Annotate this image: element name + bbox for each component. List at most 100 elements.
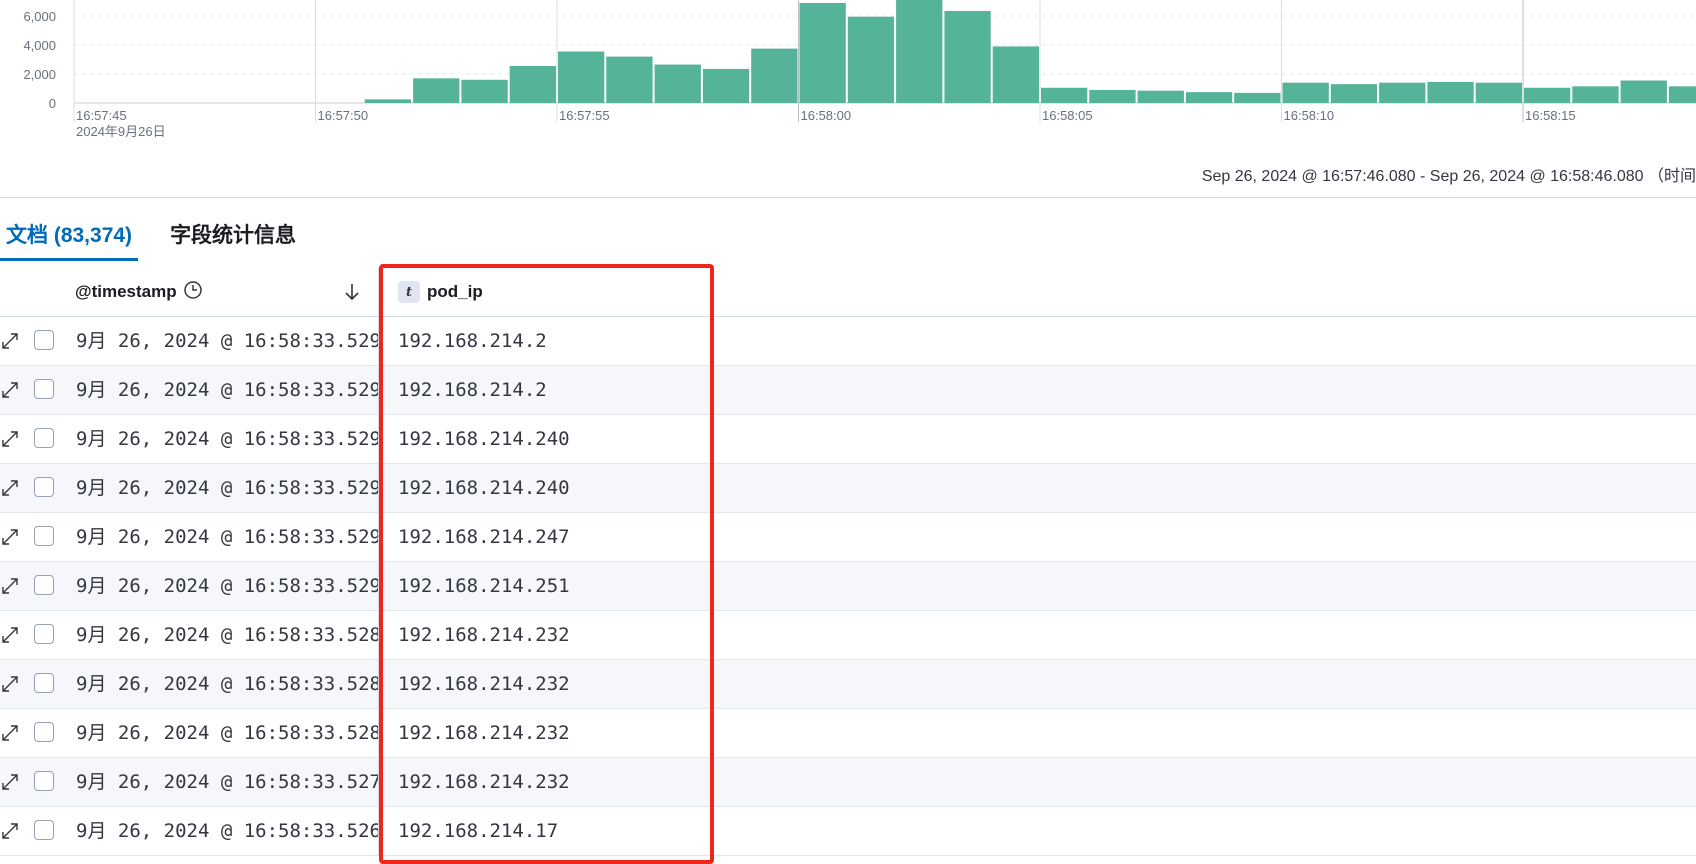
expand-icon[interactable]	[0, 821, 20, 841]
row-checkbox[interactable]	[34, 379, 54, 399]
histogram-bar[interactable]	[799, 2, 846, 104]
expand-icon[interactable]	[0, 674, 20, 694]
column-header-pod-ip[interactable]: t pod_ip	[398, 268, 483, 316]
table-body: 9月 26, 2024 @ 16:58:33.529 192.168.214.2 9…	[0, 317, 1696, 856]
expand-icon[interactable]	[0, 478, 20, 498]
x-tick-label: 16:57:50	[318, 108, 369, 123]
row-checkbox[interactable]	[34, 673, 54, 693]
table-row[interactable]: 9月 26, 2024 @ 16:58:33.526 192.168.214.17	[0, 807, 1696, 856]
cell-timestamp[interactable]: 9月 26, 2024 @ 16:58:33.529	[76, 464, 381, 512]
expand-icon[interactable]	[0, 625, 20, 645]
histogram-bar[interactable]	[509, 66, 556, 103]
cell-timestamp[interactable]: 9月 26, 2024 @ 16:58:33.527	[76, 758, 381, 806]
table-row[interactable]: 9月 26, 2024 @ 16:58:33.528 192.168.214.23…	[0, 611, 1696, 660]
histogram-bar[interactable]	[1524, 87, 1571, 103]
column-header-timestamp[interactable]: @timestamp	[75, 268, 203, 316]
histogram-bar[interactable]	[847, 16, 895, 104]
histogram-bar[interactable]	[413, 78, 460, 103]
cell-pod-ip[interactable]: 192.168.214.2	[398, 366, 547, 414]
row-checkbox[interactable]	[34, 428, 54, 448]
row-checkbox[interactable]	[34, 526, 54, 546]
table-row[interactable]: 9月 26, 2024 @ 16:58:33.529 192.168.214.2	[0, 317, 1696, 366]
row-checkbox[interactable]	[34, 477, 54, 497]
row-checkbox[interactable]	[34, 771, 54, 791]
expand-icon[interactable]	[0, 429, 20, 449]
histogram-chart[interactable]: 02,0004,0006,0008,000 16:57:4516:57:5016…	[0, 0, 1696, 140]
histogram-bar[interactable]	[1185, 92, 1233, 103]
table-row[interactable]: 9月 26, 2024 @ 16:58:33.528 192.168.214.23…	[0, 709, 1696, 758]
histogram-bar[interactable]	[364, 99, 412, 103]
histogram-bar[interactable]	[1041, 87, 1088, 103]
cell-timestamp[interactable]: 9月 26, 2024 @ 16:58:33.529	[76, 366, 381, 414]
tab-documents[interactable]: 文档 (83,374)	[0, 215, 139, 261]
histogram-bar[interactable]	[558, 51, 605, 103]
histogram-bar[interactable]	[1572, 86, 1619, 103]
histogram-bar[interactable]	[992, 46, 1039, 103]
histogram-bar[interactable]	[896, 0, 943, 103]
sort-descending-icon[interactable]	[340, 280, 364, 304]
cell-timestamp[interactable]: 9月 26, 2024 @ 16:58:33.528	[76, 709, 381, 757]
histogram-bar[interactable]	[1089, 89, 1136, 103]
table-row[interactable]: 9月 26, 2024 @ 16:58:33.529 192.168.214.24…	[0, 415, 1696, 464]
cell-pod-ip[interactable]: 192.168.214.232	[398, 709, 570, 757]
table-row[interactable]: 9月 26, 2024 @ 16:58:33.528 192.168.214.23…	[0, 660, 1696, 709]
row-checkbox[interactable]	[34, 624, 54, 644]
row-checkbox[interactable]	[34, 820, 54, 840]
histogram-bar[interactable]	[1379, 82, 1426, 103]
cell-timestamp[interactable]: 9月 26, 2024 @ 16:58:33.529	[76, 513, 381, 561]
cell-timestamp[interactable]: 9月 26, 2024 @ 16:58:33.529	[76, 317, 381, 365]
y-tick-label: 2,000	[23, 67, 56, 82]
cell-pod-ip[interactable]: 192.168.214.240	[398, 415, 570, 463]
row-checkbox[interactable]	[34, 330, 54, 350]
expand-icon[interactable]	[0, 723, 20, 743]
cell-pod-ip[interactable]: 192.168.214.232	[398, 758, 570, 806]
histogram-bar[interactable]	[654, 64, 701, 103]
histogram-bar[interactable]	[702, 68, 750, 103]
table-row[interactable]: 9月 26, 2024 @ 16:58:33.529 192.168.214.25…	[0, 562, 1696, 611]
histogram-bar[interactable]	[751, 48, 798, 103]
histogram-bar[interactable]	[461, 79, 508, 103]
table-row[interactable]: 9月 26, 2024 @ 16:58:33.527 192.168.214.23…	[0, 758, 1696, 807]
histogram-bar[interactable]	[1475, 82, 1522, 103]
histogram-bar[interactable]	[1427, 81, 1474, 103]
tab-field-statistics[interactable]: 字段统计信息	[164, 215, 302, 261]
histogram-bar[interactable]	[1668, 86, 1696, 103]
y-tick-label: 0	[49, 96, 56, 111]
x-tick-label: 16:58:15	[1525, 108, 1576, 123]
histogram-bar[interactable]	[1282, 82, 1329, 103]
cell-timestamp[interactable]: 9月 26, 2024 @ 16:58:33.529	[76, 562, 381, 610]
table-row[interactable]: 9月 26, 2024 @ 16:58:33.529 192.168.214.2	[0, 366, 1696, 415]
cell-pod-ip[interactable]: 192.168.214.251	[398, 562, 570, 610]
y-tick-label: 4,000	[23, 38, 56, 53]
histogram-bar[interactable]	[1620, 80, 1667, 103]
cell-pod-ip[interactable]: 192.168.214.2	[398, 317, 547, 365]
row-checkbox[interactable]	[34, 575, 54, 595]
column-separator	[378, 268, 379, 856]
histogram-bar[interactable]	[944, 10, 991, 103]
cell-pod-ip[interactable]: 192.168.214.17	[398, 807, 558, 855]
cell-timestamp[interactable]: 9月 26, 2024 @ 16:58:33.526	[76, 807, 381, 855]
cell-timestamp[interactable]: 9月 26, 2024 @ 16:58:33.528	[76, 660, 381, 708]
table-row[interactable]: 9月 26, 2024 @ 16:58:33.529 192.168.214.24…	[0, 513, 1696, 562]
bars[interactable]	[364, 0, 1696, 104]
cell-timestamp[interactable]: 9月 26, 2024 @ 16:58:33.528	[76, 611, 381, 659]
expand-icon[interactable]	[0, 331, 20, 351]
cell-pod-ip[interactable]: 192.168.214.232	[398, 611, 570, 659]
y-tick-label: 6,000	[23, 9, 56, 24]
column-header-timestamp-label: @timestamp	[75, 282, 177, 301]
table-row[interactable]: 9月 26, 2024 @ 16:58:33.529 192.168.214.24…	[0, 464, 1696, 513]
expand-icon[interactable]	[0, 576, 20, 596]
cell-timestamp[interactable]: 9月 26, 2024 @ 16:58:33.529	[76, 415, 381, 463]
expand-icon[interactable]	[0, 380, 20, 400]
histogram-bar[interactable]	[606, 56, 653, 103]
expand-icon[interactable]	[0, 527, 20, 547]
cell-pod-ip[interactable]: 192.168.214.247	[398, 513, 570, 561]
x-tick-label: 16:58:10	[1284, 108, 1335, 123]
row-checkbox[interactable]	[34, 722, 54, 742]
expand-icon[interactable]	[0, 772, 20, 792]
cell-pod-ip[interactable]: 192.168.214.232	[398, 660, 570, 708]
cell-pod-ip[interactable]: 192.168.214.240	[398, 464, 570, 512]
histogram-bar[interactable]	[1137, 90, 1184, 103]
histogram-bar[interactable]	[1330, 84, 1378, 103]
histogram-bar[interactable]	[1234, 92, 1281, 103]
